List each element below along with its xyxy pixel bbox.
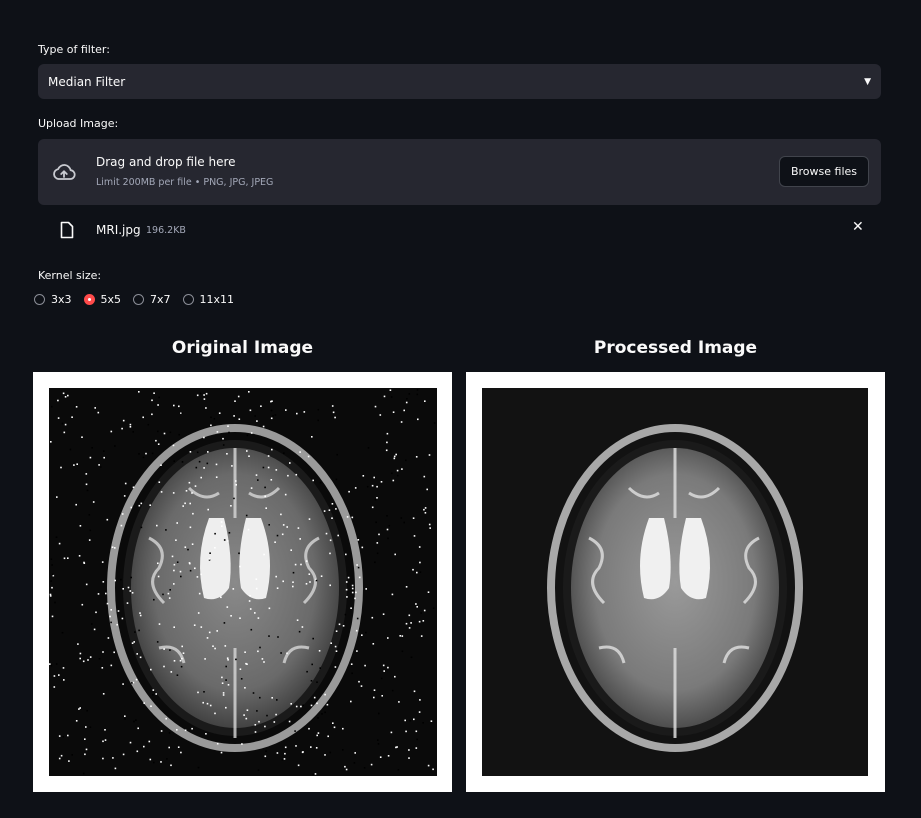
chevron-down-icon[interactable]: ▼ xyxy=(864,77,871,87)
radio-option-3x3[interactable]: 3x3 xyxy=(34,293,72,306)
uploaded-file-size: 196.2KB xyxy=(146,225,186,236)
dropzone-limit-text: Limit 200MB per file • PNG, JPG, JPEG xyxy=(96,177,274,188)
file-dropzone[interactable]: Drag and drop file here Limit 200MB per … xyxy=(38,139,881,205)
radio-option-11x11[interactable]: 11x11 xyxy=(182,293,235,306)
original-image-frame xyxy=(33,372,452,792)
uploaded-file-name: MRI.jpg xyxy=(96,223,141,237)
original-image-title: Original Image xyxy=(171,338,314,358)
radio-circle-icon[interactable] xyxy=(133,294,145,305)
radio-option-5x5[interactable]: 5x5 xyxy=(83,293,122,306)
radio-circle-icon[interactable] xyxy=(182,294,194,305)
radio-option-7x7[interactable]: 7x7 xyxy=(133,293,171,306)
processed-mri-drawing xyxy=(547,424,803,752)
filter-type-label: Type of filter: xyxy=(38,43,110,56)
radio-label: 11x11 xyxy=(199,293,235,306)
radio-selected-icon[interactable] xyxy=(83,294,95,305)
dropzone-instructions: Drag and drop file here xyxy=(96,155,236,169)
upload-image-label: Upload Image: xyxy=(38,117,119,130)
processed-image-frame xyxy=(466,372,885,792)
radio-label: 7x7 xyxy=(150,293,171,306)
radio-label: 5x5 xyxy=(100,293,122,306)
kernel-size-radio-group: 3x3 5x5 7x7 11x11 xyxy=(34,293,234,306)
cloud-upload-icon xyxy=(53,164,76,180)
close-icon[interactable]: ✕ xyxy=(852,219,864,235)
original-mri-image xyxy=(49,388,437,776)
file-icon xyxy=(60,221,74,239)
filter-type-select[interactable]: Median Filter ▼ xyxy=(38,64,881,99)
processed-image-title: Processed Image xyxy=(593,338,758,358)
processed-mri-image xyxy=(482,388,868,776)
kernel-size-label: Kernel size: xyxy=(38,269,102,282)
filter-type-value: Median Filter xyxy=(48,74,126,89)
radio-circle-icon[interactable] xyxy=(34,294,45,305)
original-mri-drawing xyxy=(49,389,436,776)
radio-label: 3x3 xyxy=(51,293,72,306)
browse-files-button[interactable]: Browse files xyxy=(779,156,869,187)
